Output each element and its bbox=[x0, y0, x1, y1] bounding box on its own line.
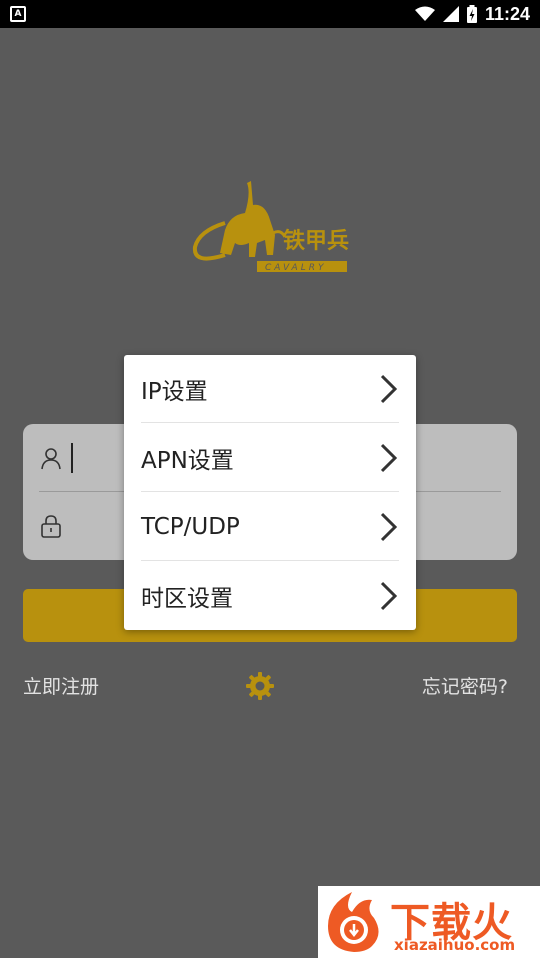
wifi-icon bbox=[414, 6, 435, 21]
menu-item-timezone-settings[interactable]: 时区设置 bbox=[141, 562, 399, 630]
menu-item-label: APN设置 bbox=[141, 447, 234, 474]
a-box-icon: A bbox=[10, 6, 26, 22]
watermark: 下载火 xiazaihuo.com bbox=[318, 886, 540, 958]
gear-icon[interactable] bbox=[246, 672, 274, 700]
user-icon bbox=[41, 447, 61, 469]
text-cursor bbox=[71, 442, 73, 473]
flame-logo-icon bbox=[328, 892, 379, 952]
brand-logo: 铁甲兵 CAVALRY bbox=[185, 175, 355, 275]
menu-item-tcp-udp[interactable]: TCP/UDP bbox=[141, 493, 399, 561]
menu-item-label: 时区设置 bbox=[141, 586, 233, 612]
svg-text:铁甲兵: 铁甲兵 bbox=[283, 228, 349, 254]
menu-item-label: IP设置 bbox=[141, 378, 208, 405]
battery-charging-icon bbox=[466, 5, 477, 23]
chevron-right-icon bbox=[380, 443, 398, 472]
chevron-right-icon bbox=[380, 581, 398, 611]
settings-popup-menu: IP设置 APN设置 TCP/UDP 时区设置 bbox=[124, 355, 416, 630]
status-time: 11:24 bbox=[484, 3, 530, 24]
forgot-password-link[interactable]: 忘记密码? bbox=[422, 672, 508, 699]
cavalry-logo-image: 铁甲兵 CAVALRY bbox=[192, 181, 349, 273]
chevron-right-icon bbox=[380, 374, 398, 403]
svg-text:CAVALRY: CAVALRY bbox=[265, 263, 326, 273]
status-icons: 11:24 bbox=[414, 3, 530, 25]
cellular-signal-icon bbox=[442, 6, 459, 22]
register-link[interactable]: 立即注册 bbox=[23, 672, 99, 699]
menu-item-ip-settings[interactable]: IP设置 bbox=[141, 355, 399, 423]
watermark-url: xiazaihuo.com bbox=[394, 936, 516, 954]
lock-icon bbox=[41, 515, 61, 538]
menu-item-label: TCP/UDP bbox=[141, 513, 240, 540]
menu-item-apn-settings[interactable]: APN设置 bbox=[141, 424, 399, 492]
status-bar: A 11:24 bbox=[0, 0, 540, 28]
chevron-right-icon bbox=[380, 512, 398, 541]
